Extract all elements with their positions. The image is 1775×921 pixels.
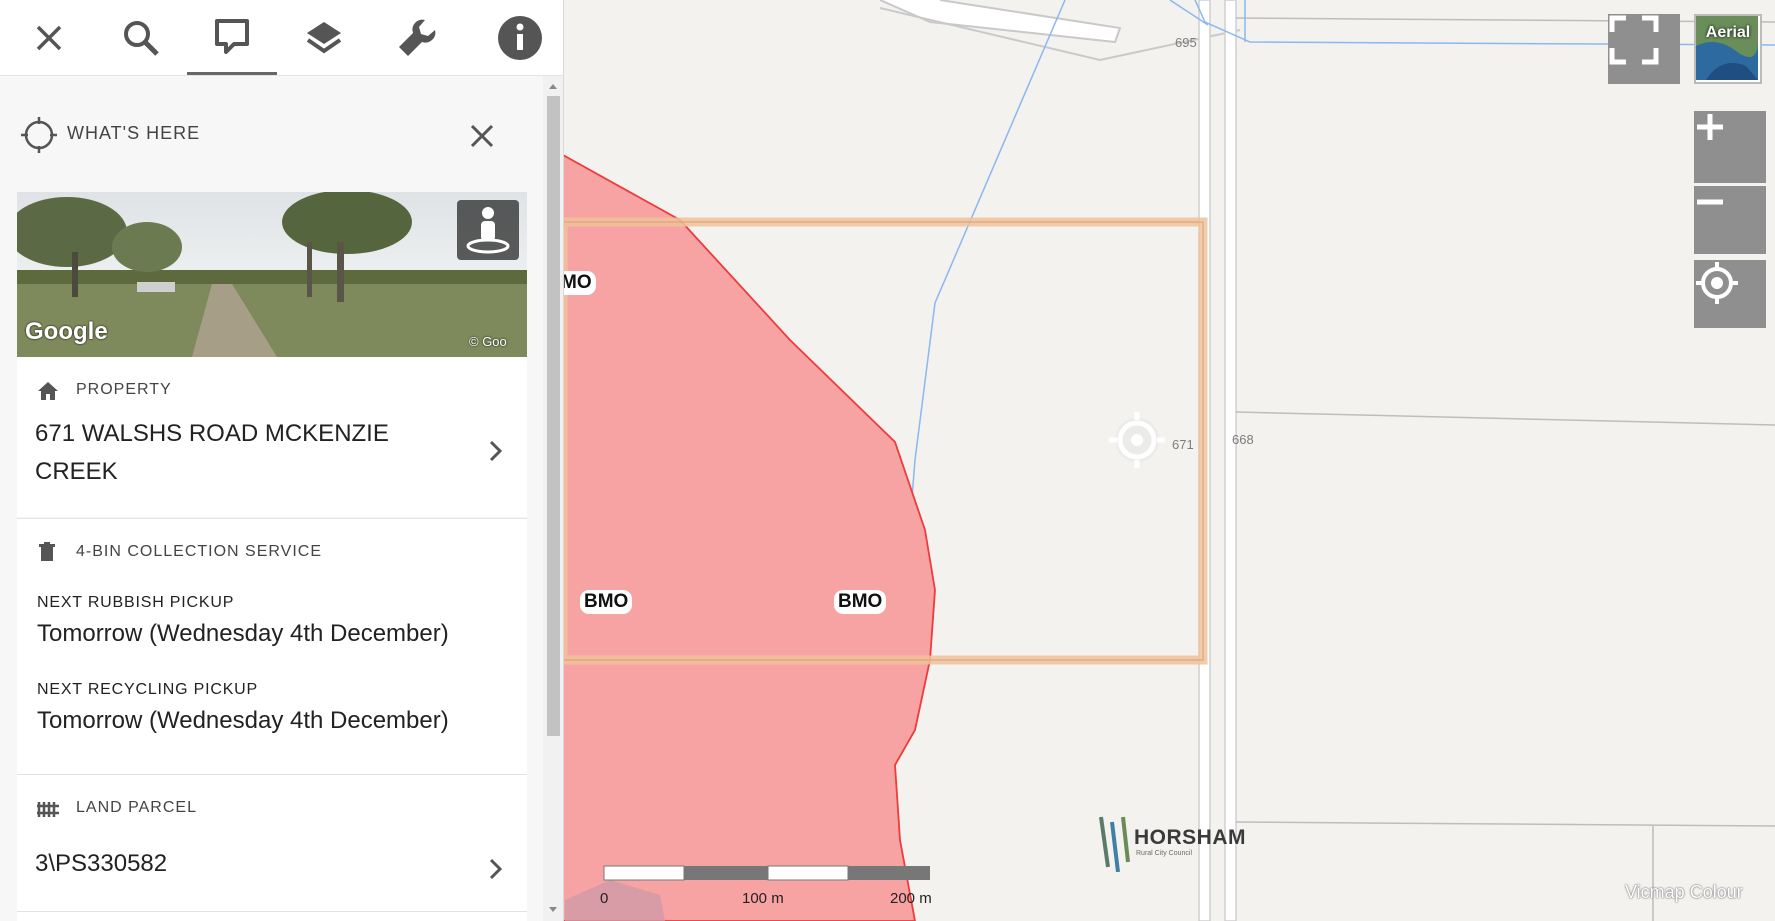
scroll-down-icon[interactable] xyxy=(543,903,563,917)
overlay-label: BMO xyxy=(834,590,887,614)
property-address: 671 WALSHS ROAD MCKENZIE CREEK xyxy=(35,420,389,485)
whats-here-header: WHAT'S HERE xyxy=(0,76,543,186)
bin-section-title: 4-BIN COLLECTION SERVICE xyxy=(76,543,322,560)
land-parcel-section-title: LAND PARCEL xyxy=(76,799,197,816)
wrench-icon xyxy=(399,19,436,56)
layers-icon xyxy=(306,21,342,53)
panel-toolbar xyxy=(0,0,563,76)
chevron-right-icon xyxy=(489,858,503,880)
home-icon xyxy=(38,382,58,400)
aerial-label: Aerial xyxy=(1705,24,1751,41)
overlay-label: BMO xyxy=(580,590,633,614)
council-logo-mark xyxy=(1099,816,1130,872)
trash-icon xyxy=(39,542,55,561)
whats-here-title: WHAT'S HERE xyxy=(67,123,201,143)
fullscreen-icon xyxy=(1609,15,1659,65)
scale-label: 100 m xyxy=(742,890,784,907)
road-number-label: 695 xyxy=(1175,35,1197,50)
info-icon xyxy=(498,15,542,60)
scale-label: 0 xyxy=(600,890,609,907)
google-logo: Google xyxy=(25,318,108,345)
council-logo-tagline: Rural City Council xyxy=(1136,850,1193,857)
aerial-basemap-button[interactable]: Aerial xyxy=(1694,14,1762,84)
road-vertical-2 xyxy=(1224,0,1237,921)
info-button[interactable] xyxy=(475,0,563,75)
recycling-pickup-value: Tomorrow (Wednesday 4th December) xyxy=(37,707,449,734)
property-number-label: 668 xyxy=(1232,432,1254,447)
watercourse-line xyxy=(1194,0,1775,46)
pegman-icon xyxy=(466,207,510,254)
parcel-line xyxy=(1235,821,1775,827)
scale-label: 200 m xyxy=(890,890,932,907)
close-panel-button[interactable] xyxy=(4,0,94,75)
plus-icon xyxy=(1697,114,1723,140)
rubbish-pickup-label: NEXT RUBBISH PICKUP xyxy=(37,594,235,611)
fullscreen-button[interactable] xyxy=(1608,14,1680,84)
whats-here-tab[interactable] xyxy=(187,0,277,75)
zoom-out-button[interactable] xyxy=(1694,186,1766,254)
panel-content[interactable]: WHAT'S HERE Google © Goo PROPERTY 671 WA… xyxy=(0,76,543,921)
crosshair-icon xyxy=(21,117,57,153)
crosshair-icon xyxy=(1696,262,1738,304)
side-panel: WHAT'S HERE Google © Goo PROPERTY 671 WA… xyxy=(0,0,564,921)
search-icon xyxy=(124,20,159,56)
rubbish-pickup-value: Tomorrow (Wednesday 4th December) xyxy=(37,620,449,647)
parcel-line xyxy=(1235,411,1775,426)
zoom-in-button[interactable] xyxy=(1694,111,1766,183)
panel-scrollbar[interactable] xyxy=(543,76,563,921)
locate-me-button[interactable] xyxy=(1694,260,1766,328)
comment-icon xyxy=(215,19,249,54)
close-whats-here-button[interactable] xyxy=(466,120,498,152)
chevron-right-icon xyxy=(489,440,503,462)
land-parcel-value: 3\PS330582 xyxy=(35,850,168,877)
map-attribution: Vicmap Colour xyxy=(1625,882,1743,902)
property-card[interactable]: PROPERTY 671 WALSHS ROAD MCKENZIE CREEK xyxy=(17,357,527,517)
land-parcel-card[interactable]: LAND PARCEL 3\PS330582 xyxy=(17,774,527,921)
minus-icon xyxy=(1697,199,1723,205)
scroll-up-icon[interactable] xyxy=(543,80,563,94)
scale-bar xyxy=(603,865,930,881)
close-icon xyxy=(36,25,62,50)
close-icon xyxy=(470,124,494,148)
recycling-pickup-label: NEXT RECYCLING PICKUP xyxy=(37,681,258,698)
property-number-label: 671 xyxy=(1172,437,1194,452)
search-button[interactable] xyxy=(96,0,186,75)
council-logo-name: HORSHAM xyxy=(1134,826,1246,849)
streetview-copyright: © Goo xyxy=(469,334,507,349)
council-logo: HORSHAM Rural City Council xyxy=(1098,812,1246,872)
location-marker-icon xyxy=(1109,412,1165,468)
street-view-image[interactable]: Google © Goo xyxy=(17,192,527,357)
property-section-title: PROPERTY xyxy=(76,381,172,398)
bin-collection-card: 4-BIN COLLECTION SERVICE NEXT RUBBISH PI… xyxy=(17,518,527,774)
pegman-button[interactable] xyxy=(457,200,519,260)
tools-button[interactable] xyxy=(372,0,462,75)
layers-button[interactable] xyxy=(279,0,369,75)
scrollbar-thumb[interactable] xyxy=(547,96,560,736)
bmo-overlay-polygon xyxy=(562,153,936,921)
fence-icon xyxy=(37,802,59,817)
